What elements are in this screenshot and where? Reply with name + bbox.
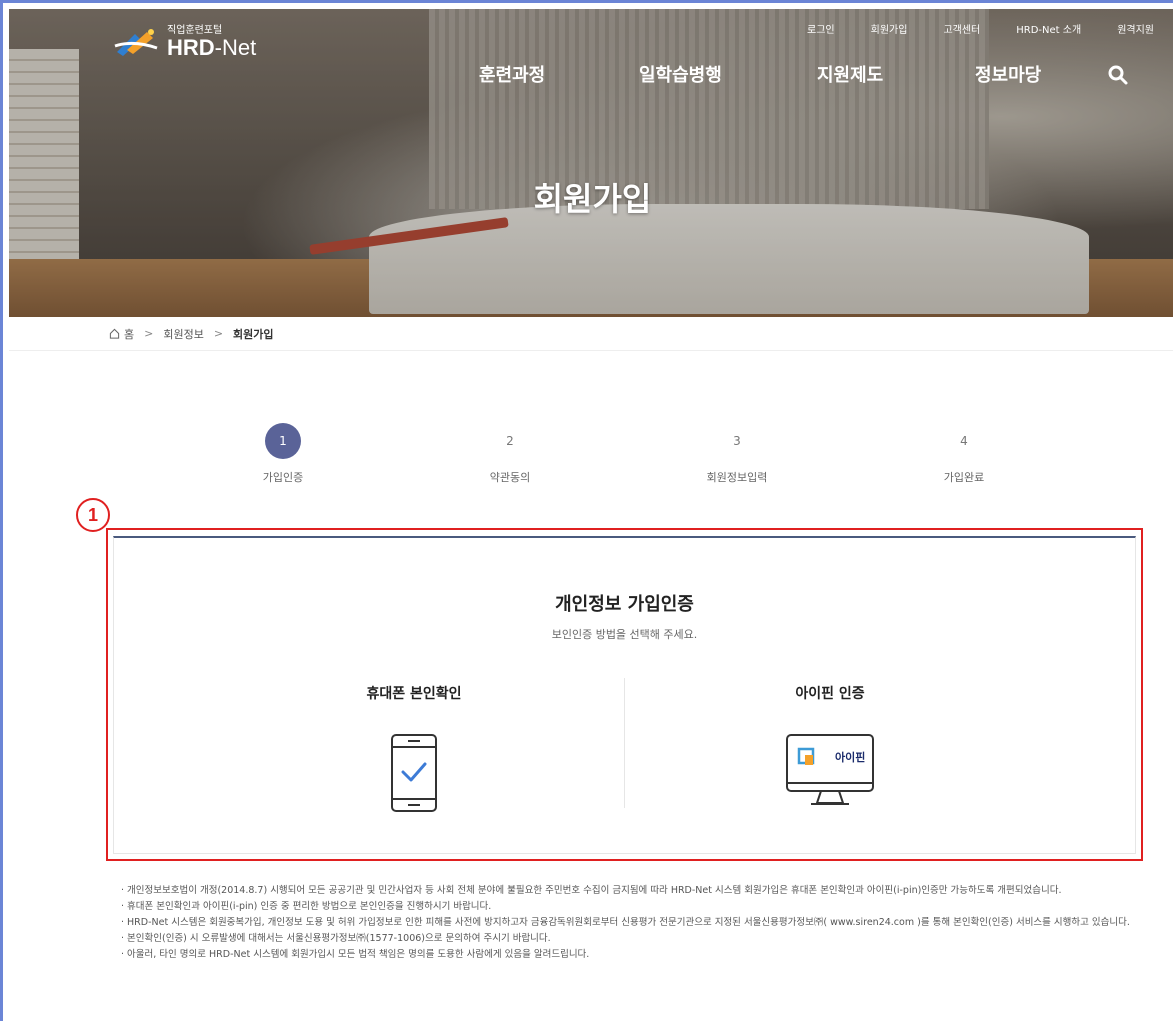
util-link-support[interactable]: 고객센터 (943, 21, 980, 36)
annotation-box (106, 528, 1143, 861)
search-icon[interactable] (1107, 64, 1129, 86)
step-label: 가입인증 (262, 471, 304, 484)
util-link-login[interactable]: 로그인 (807, 21, 835, 36)
step-2: 2 약관동의 (440, 423, 580, 485)
home-icon[interactable] (109, 328, 120, 339)
nav-item-training[interactable]: 훈련과정 (479, 61, 545, 87)
utility-nav: 로그인 회원가입 고객센터 HRD-Net 소개 원격지원 (771, 21, 1154, 36)
nav-item-work-study[interactable]: 일학습병행 (639, 61, 722, 87)
step-1: 1 가입인증 (213, 423, 353, 485)
hero-banner: 직업훈련포털 HRD-Net 로그인 회원가입 고객센터 HRD-Net 소개 … (9, 9, 1173, 317)
logo-title-hrd: HRD (167, 35, 215, 60)
step-4: 4 가입완료 (894, 423, 1034, 485)
breadcrumb-separator: > (213, 327, 224, 340)
page-title: 회원가입 (533, 180, 652, 218)
step-number: 3 (733, 434, 741, 448)
step-number: 4 (960, 434, 968, 448)
notice-item: · 개인정보보호법이 개정(2014.8.7) 시행되어 모든 공공기관 및 민… (121, 885, 1062, 896)
breadcrumb-current: 회원가입 (233, 327, 274, 341)
signup-steps: 1 가입인증 2 약관동의 3 회원정보입력 4 가입완료 (3, 423, 1173, 493)
site-logo[interactable]: 직업훈련포털 HRD-Net (113, 22, 256, 62)
nav-item-info[interactable]: 정보마당 (975, 61, 1041, 87)
nav-item-support[interactable]: 지원제도 (817, 61, 883, 87)
notice-item: · 아울러, 타인 명의로 HRD-Net 시스템에 회원가입시 모든 법적 책… (121, 949, 590, 960)
notice-item: · 본인확인(인증) 시 오류발생에 대해서는 서울신용평가정보㈜(1577-1… (121, 933, 551, 944)
logo-title-net: -Net (214, 35, 257, 60)
step-label: 약관동의 (489, 471, 531, 484)
step-label: 가입완료 (943, 471, 985, 484)
util-link-remote[interactable]: 원격지원 (1117, 21, 1154, 36)
util-link-about[interactable]: HRD-Net 소개 (1016, 21, 1081, 36)
step-label: 회원정보입력 (706, 471, 768, 484)
notice-list: · 개인정보보호법이 개정(2014.8.7) 시행되어 모든 공공기관 및 민… (121, 883, 1141, 963)
logo-icon (114, 29, 158, 56)
breadcrumb: 홈 > 회원정보 > 회원가입 (9, 317, 1173, 351)
util-link-signup[interactable]: 회원가입 (871, 21, 908, 36)
main-nav: 훈련과정 일학습병행 지원제도 정보마당 (9, 61, 1173, 91)
step-3: 3 회원정보입력 (667, 423, 807, 485)
breadcrumb-separator: > (144, 327, 154, 340)
step-number: 2 (506, 434, 514, 448)
annotation-marker: 1 (76, 498, 110, 532)
breadcrumb-member-info[interactable]: 회원정보 (163, 326, 203, 342)
logo-title: HRD-Net (167, 37, 256, 59)
breadcrumb-home[interactable]: 홈 (124, 326, 134, 342)
step-number: 1 (265, 423, 301, 459)
notice-item: · HRD-Net 시스템은 회원중복가입, 개인정보 도용 및 허위 가입정보… (121, 917, 1130, 928)
notice-item: · 휴대폰 본인확인과 아이핀(i-pin) 인증 중 편리한 방법으로 본인인… (121, 901, 492, 912)
